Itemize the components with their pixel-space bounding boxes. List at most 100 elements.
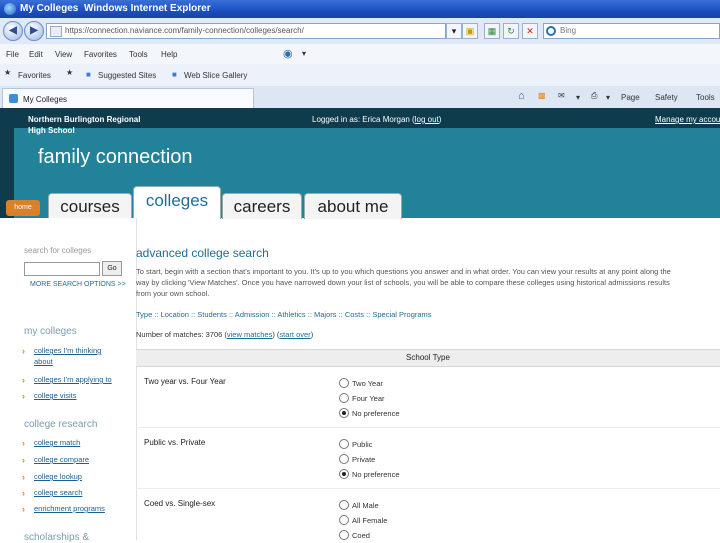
- back-button[interactable]: ◀: [3, 21, 23, 41]
- nav-tab-colleges[interactable]: colleges: [133, 186, 221, 219]
- option-label: No preference: [352, 470, 400, 479]
- lock-icon[interactable]: ▣: [462, 23, 478, 39]
- browser-tab[interactable]: My Colleges: [2, 88, 254, 109]
- school-name: Northern Burlington Regional High School: [28, 114, 168, 136]
- nav-tab-courses[interactable]: courses: [48, 193, 132, 219]
- chevron-down-icon[interactable]: ▾: [302, 49, 306, 58]
- school-type-table: School Type Two year vs. Four Year Two Y…: [136, 349, 720, 541]
- nav-tab-about-me[interactable]: about me: [304, 193, 402, 219]
- radio-button-selected[interactable]: [339, 469, 349, 479]
- page-icon: [50, 26, 62, 37]
- radio-button[interactable]: [339, 393, 349, 403]
- school-name-line2: High School: [28, 126, 75, 135]
- question-row: Coed vs. Single-sex All Male All Female …: [136, 489, 720, 541]
- chevron-down-icon[interactable]: ▾: [576, 93, 580, 102]
- link-college-visits[interactable]: college visits: [34, 391, 77, 400]
- favorites-button[interactable]: Favorites: [18, 71, 51, 80]
- link-colleges-thinking[interactable]: colleges I'm thinking: [34, 346, 101, 355]
- compatibility-icon[interactable]: ▦: [484, 23, 500, 39]
- search-input[interactable]: Bing: [543, 23, 720, 39]
- menu-view[interactable]: View: [55, 50, 72, 59]
- radio-option[interactable]: Private: [339, 454, 376, 464]
- radio-button[interactable]: [339, 530, 349, 540]
- address-bar[interactable]: https://connection.naviance.com/family-c…: [46, 23, 446, 39]
- feeds-icon[interactable]: ▩: [538, 91, 546, 100]
- menu-file[interactable]: File: [6, 50, 19, 59]
- radio-option[interactable]: All Female: [339, 515, 387, 525]
- table-header: School Type: [136, 350, 720, 367]
- manage-account-link[interactable]: Manage my account: [655, 115, 720, 124]
- chevron-right-icon: ›: [22, 472, 25, 482]
- college-search-input[interactable]: [24, 262, 100, 276]
- search-section-links[interactable]: Type :: Location :: Students :: Admissio…: [136, 310, 432, 319]
- web-slice-icon: ■: [172, 70, 177, 79]
- radio-option[interactable]: Coed: [339, 530, 370, 540]
- bing-search-icon[interactable]: ◉: [283, 47, 293, 60]
- menu-help[interactable]: Help: [161, 50, 177, 59]
- menu-favorites[interactable]: Favorites: [84, 50, 117, 59]
- refresh-icon[interactable]: ↻: [503, 23, 519, 39]
- forward-button[interactable]: ▶: [24, 21, 44, 41]
- question-label: Public vs. Private: [144, 438, 206, 447]
- radio-button[interactable]: [339, 378, 349, 388]
- chevron-right-icon: ›: [22, 488, 25, 498]
- tools-menu[interactable]: Tools: [696, 93, 715, 102]
- logout-link[interactable]: log out: [415, 115, 439, 124]
- mail-icon[interactable]: ✉: [558, 91, 565, 100]
- option-label: Public: [352, 440, 373, 449]
- link-college-compare[interactable]: college compare: [34, 455, 89, 464]
- favorites-star-icon[interactable]: ★: [4, 68, 11, 77]
- link-college-search[interactable]: college search: [34, 488, 82, 497]
- radio-option[interactable]: Public: [339, 439, 373, 449]
- web-slice-link[interactable]: Web Slice Gallery: [184, 71, 247, 80]
- link-college-match[interactable]: college match: [34, 438, 80, 447]
- nav-tab-careers[interactable]: careers: [222, 193, 302, 219]
- link-enrichment-programs[interactable]: enrichment programs: [34, 504, 105, 513]
- page-menu[interactable]: Page: [621, 93, 640, 102]
- radio-button[interactable]: [339, 439, 349, 449]
- chevron-right-icon: ›: [22, 375, 25, 385]
- add-favorite-icon[interactable]: ★: [66, 68, 73, 77]
- left-sidebar: search for colleges Go MORE SEARCH OPTIO…: [14, 218, 137, 543]
- link-college-lookup[interactable]: college lookup: [34, 472, 82, 481]
- radio-button-selected[interactable]: [339, 408, 349, 418]
- radio-button[interactable]: [339, 515, 349, 525]
- option-label: Private: [352, 455, 376, 464]
- matches-count: Number of matches: 3706: [136, 330, 223, 339]
- radio-option[interactable]: No preference: [339, 469, 400, 479]
- logged-in-text: Logged in as: Erica Morgan (: [312, 115, 415, 124]
- chevron-right-icon: ›: [22, 504, 25, 514]
- stop-icon[interactable]: ✕: [522, 23, 538, 39]
- menu-edit[interactable]: Edit: [29, 50, 43, 59]
- chevron-down-icon[interactable]: ▾: [606, 93, 610, 102]
- bing-icon: [546, 26, 556, 36]
- radio-button[interactable]: [339, 454, 349, 464]
- radio-option[interactable]: No preference: [339, 408, 400, 418]
- search-placeholder: Bing: [560, 26, 577, 35]
- link-colleges-thinking-about[interactable]: about: [34, 357, 53, 366]
- link-colleges-applying[interactable]: colleges I'm applying to: [34, 375, 112, 384]
- more-search-options-link[interactable]: MORE SEARCH OPTIONS >>: [30, 281, 126, 288]
- menu-tools[interactable]: Tools: [129, 50, 148, 59]
- site-header: Northern Burlington Regional High School…: [0, 108, 720, 219]
- suggested-sites-link[interactable]: Suggested Sites: [98, 71, 156, 80]
- dropdown-icon[interactable]: ▾: [446, 23, 462, 39]
- home-icon[interactable]: ⌂: [518, 90, 525, 102]
- home-tab[interactable]: home: [6, 200, 40, 216]
- option-label: Two Year: [352, 379, 383, 388]
- page-title: advanced college search: [136, 246, 269, 260]
- view-matches-link[interactable]: view matches: [227, 330, 272, 339]
- go-button[interactable]: Go: [102, 261, 122, 276]
- print-icon[interactable]: ⎙: [591, 91, 597, 101]
- radio-button[interactable]: [339, 500, 349, 510]
- site-brand: family connection: [38, 146, 193, 168]
- ie-icon: [4, 3, 16, 15]
- window-app-name: Windows Internet Explorer: [84, 3, 211, 14]
- browser-tab-label: My Colleges: [23, 95, 68, 104]
- safety-menu[interactable]: Safety: [655, 93, 678, 102]
- radio-option[interactable]: Two Year: [339, 378, 383, 388]
- question-label: Coed vs. Single-sex: [144, 499, 216, 508]
- radio-option[interactable]: Four Year: [339, 393, 385, 403]
- start-over-link[interactable]: start over: [279, 330, 310, 339]
- radio-option[interactable]: All Male: [339, 500, 379, 510]
